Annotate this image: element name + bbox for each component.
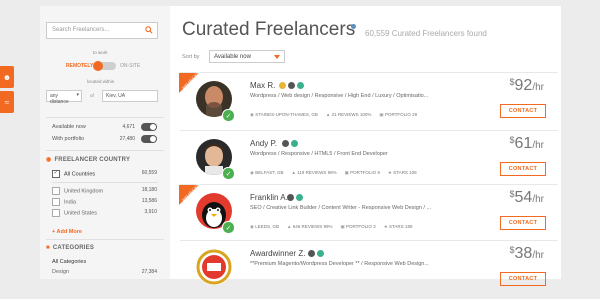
distance-select[interactable]: any distance ▾ xyxy=(46,90,82,105)
freelancer-card[interactable]: AVAILABLE NOW ✓ Franklin A. SEO / Creati… xyxy=(179,182,558,243)
located-within-label: located within xyxy=(87,79,115,84)
remote-onsite-toggle[interactable] xyxy=(93,61,116,71)
verified-check-icon: ✓ xyxy=(222,221,235,234)
freelancer-name[interactable]: Awardwinner Z. xyxy=(250,249,305,258)
hourly-rate: $61/hr xyxy=(509,135,544,152)
country-us[interactable]: United States 3,910 xyxy=(52,209,157,217)
with-portfolio-toggle[interactable] xyxy=(141,135,157,143)
country-uk[interactable]: United Kingdom 18,180 xyxy=(52,187,157,195)
hourly-rate: $54/hr xyxy=(509,189,544,206)
location-pin-icon: ◉ xyxy=(46,157,52,163)
search-placeholder: Search Freelancers... xyxy=(52,27,110,33)
freelancer-name[interactable]: Max R. xyxy=(250,81,275,90)
page-margin xyxy=(561,6,600,279)
contact-button[interactable]: CONTACT xyxy=(500,272,546,286)
available-now-filter[interactable]: Available now 4,671 xyxy=(52,123,157,131)
sort-select[interactable]: Available now xyxy=(209,50,285,63)
filter-panel: Search Freelancers... to work REMOTELY O… xyxy=(40,6,171,279)
person-icon[interactable]: ☻ xyxy=(0,66,14,88)
to-work-label: to work xyxy=(93,50,108,55)
hourly-rate: $38/hr xyxy=(509,245,544,262)
avatar[interactable] xyxy=(196,249,232,285)
freelancer-meta: ◉ LEEDS, GB ▲ 646 REVIEWS 99% ▣ PORTFOLI… xyxy=(250,224,413,229)
onsite-label[interactable]: ON-SITE xyxy=(120,63,140,69)
hourly-rate: $92/hr xyxy=(509,77,544,94)
contact-button[interactable]: CONTACT xyxy=(500,216,546,230)
freelancer-skills: **Premium Magento/Wordpress Developer **… xyxy=(250,261,429,267)
badge-icons xyxy=(282,140,298,147)
results-area: Curated Freelancers 60,559 Curated Freel… xyxy=(170,6,561,286)
tag-icon: ■ xyxy=(46,245,50,251)
results-count: 60,559 Curated Freelancers found xyxy=(365,29,487,38)
country-india[interactable]: India 13,586 xyxy=(52,198,157,206)
freelancer-card[interactable]: Awardwinner Z. **Premium Magento/Wordpre… xyxy=(180,240,558,299)
country-all[interactable]: ✓ All Countries 60,559 xyxy=(52,170,157,178)
freelancer-card[interactable]: ✓ Andy P. Wordpress / Responsive / HTML5… xyxy=(180,130,558,189)
location-input[interactable]: Kiev, UA xyxy=(102,90,158,102)
freelancer-meta: ◉ STAINES-UPON-THAMES, GB ▲ 21 REVIEWS 1… xyxy=(250,112,417,118)
sort-by-label: Sort by xyxy=(182,54,200,60)
contact-button[interactable]: CONTACT xyxy=(500,162,546,176)
verified-check-icon: ✓ xyxy=(222,167,235,180)
freelancer-name[interactable]: Franklin A. xyxy=(250,193,288,202)
freelancer-meta: ◉ BELFAST, GB ▲ 119 REVIEWS 98% ▣ PORTFO… xyxy=(250,170,417,175)
search-icon[interactable] xyxy=(145,26,153,36)
category-design[interactable]: Design 27,384 xyxy=(52,269,157,275)
with-portfolio-filter[interactable]: With portfolio 27,480 xyxy=(52,135,157,143)
contact-button[interactable]: CONTACT xyxy=(500,104,546,118)
reviews-text: ▲ 21 REVIEWS 100% xyxy=(325,112,372,117)
chevron-down-icon xyxy=(274,55,280,59)
available-now-toggle[interactable] xyxy=(141,123,157,131)
freelancer-card[interactable]: AVAILABLE NOW ✓ Max R. Wordpress / Web d… xyxy=(179,70,558,131)
verified-check-icon: ✓ xyxy=(222,109,235,122)
all-categories-item[interactable]: All Categories xyxy=(52,259,157,265)
freelancer-name[interactable]: Andy P. xyxy=(250,139,277,148)
page-title: Curated Freelancers xyxy=(182,19,356,40)
rss-icon[interactable]: ≈ xyxy=(0,91,14,113)
location-pin-icon: ◉ xyxy=(250,112,254,117)
of-label: of xyxy=(90,93,94,98)
badge-icons xyxy=(308,250,324,257)
portfolio-icon: ▣ xyxy=(379,112,384,117)
freelancer-skills: Wordpress / Responsive / HTML5 / Front E… xyxy=(250,151,388,157)
freelancer-skills: Wordpress / Web design / Responsive / Hi… xyxy=(250,93,429,99)
remotely-label[interactable]: REMOTELY xyxy=(66,63,93,69)
help-icon[interactable] xyxy=(351,24,356,29)
country-section-title: ◉ FREELANCER COUNTRY xyxy=(46,157,131,163)
location-text: ◉ STAINES-UPON-THAMES, GB xyxy=(250,112,318,117)
badge-icons xyxy=(287,194,303,201)
badge-icons xyxy=(279,82,304,89)
thumbs-up-icon: ▲ xyxy=(325,112,331,117)
add-more-countries-link[interactable]: + Add More xyxy=(52,229,82,235)
portfolio-text: ▣ PORTFOLIO 29 xyxy=(379,112,418,117)
categories-section-title: ■ CATEGORIES xyxy=(46,245,95,251)
freelancer-skills: SEO / Creative Link Builder / Content Wr… xyxy=(250,205,432,211)
side-tabs: ☻ ≈ xyxy=(0,66,14,116)
search-input[interactable]: Search Freelancers... xyxy=(46,22,158,39)
